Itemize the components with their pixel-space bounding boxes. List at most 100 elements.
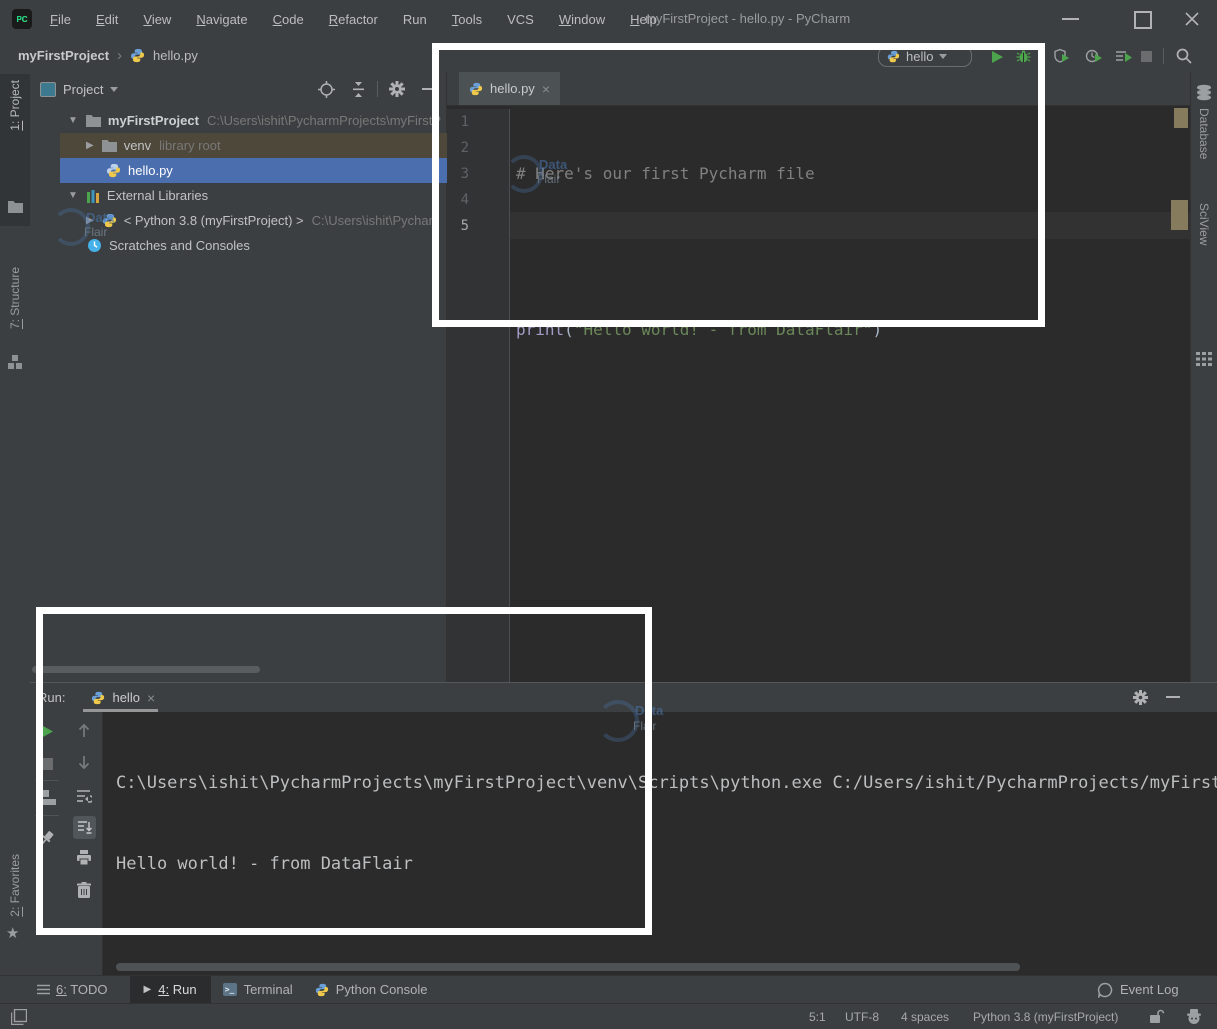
toolbar-tab-terminal[interactable]: >_ Terminal: [223, 976, 293, 1004]
locate-file-button[interactable]: [318, 81, 335, 98]
terminal-icon: >_: [223, 983, 237, 996]
menu-refactor[interactable]: Refactor: [327, 8, 380, 31]
run-config-selector[interactable]: hello: [878, 46, 972, 67]
editor-tab-bar: hello.py ×: [447, 72, 1190, 106]
stripe-tab-sciview[interactable]: SciView: [1197, 203, 1211, 245]
toolbar-tab-run[interactable]: ▶ 4: Run: [130, 976, 211, 1004]
editor-tab-title: hello.py: [490, 81, 535, 96]
collapsed-arrow-icon[interactable]: ▶: [86, 140, 94, 151]
status-bar: 5:1 UTF-8 4 spaces Python 3.8 (myFirstPr…: [0, 1003, 1217, 1029]
search-everywhere-icon[interactable]: [1175, 47, 1193, 65]
stripe-tab-database[interactable]: Database: [1197, 108, 1211, 159]
restore-layout-button[interactable]: [39, 790, 56, 805]
run-button[interactable]: [989, 49, 1005, 65]
close-button[interactable]: [1184, 11, 1200, 27]
tree-row-venv[interactable]: ▶ venv library root: [60, 133, 477, 158]
menu-edit[interactable]: Edit: [94, 8, 120, 31]
console-hscrollbar[interactable]: [116, 963, 1020, 971]
readonly-unlock-icon[interactable]: [1149, 1009, 1165, 1024]
menu-navigate[interactable]: Navigate: [194, 8, 249, 31]
expanded-arrow-icon[interactable]: ▼: [68, 115, 78, 126]
interpreter-selector[interactable]: Python 3.8 (myFirstProject): [973, 1010, 1118, 1024]
left-tool-stripe: 1: Project 7: Structure 2: Favorites ★: [0, 72, 31, 975]
code-area[interactable]: # Here's our first Pycharm file print("H…: [516, 109, 1176, 395]
title-bar: PC File Edit View Navigate Code Refactor…: [0, 0, 1217, 38]
up-stacktrace-button[interactable]: [76, 722, 92, 739]
toolbar-separator: [1163, 48, 1164, 64]
menu-code[interactable]: Code: [271, 8, 306, 31]
project-panel: Project ▼ myFirstProject C:\Users\ishit\…: [30, 72, 447, 682]
stripe-tab-favorites[interactable]: 2: Favorites: [8, 854, 22, 917]
scroll-to-end-button[interactable]: [73, 816, 96, 839]
rerun-button[interactable]: [40, 724, 55, 739]
pin-tab-button[interactable]: [39, 830, 55, 846]
chevron-down-icon[interactable]: [110, 87, 118, 92]
code-line-1: # Here's our first Pycharm file: [516, 161, 1176, 187]
collapse-all-button[interactable]: [350, 81, 367, 98]
run-panel-header: Run: hello ×: [30, 683, 1217, 712]
console-line-2: Hello world! - from DataFlair: [116, 851, 1217, 878]
hide-panel-button[interactable]: [422, 88, 435, 90]
minimize-button[interactable]: [1062, 18, 1079, 20]
settings-gear-icon[interactable]: [1133, 690, 1148, 705]
menu-bar: File Edit View Navigate Code Refactor Ru…: [48, 8, 659, 31]
menu-view[interactable]: View: [141, 8, 173, 31]
tool-windows-toggle-icon[interactable]: [11, 1009, 27, 1025]
stripe-tab-project[interactable]: 1: Project: [8, 80, 22, 131]
tree-root-label: myFirstProject: [108, 113, 199, 128]
stop-button[interactable]: [41, 758, 53, 770]
indent-style[interactable]: 4 spaces: [901, 1010, 949, 1024]
tree-scratches-label: Scratches and Consoles: [109, 238, 250, 253]
hector-inspector-icon[interactable]: [1186, 1008, 1202, 1025]
event-log-button[interactable]: Event Log: [1097, 976, 1179, 1004]
down-stacktrace-button[interactable]: [76, 754, 92, 771]
menu-run[interactable]: Run: [401, 8, 429, 31]
scroll-to-end-icon: [77, 820, 92, 835]
folder-icon: [8, 200, 23, 213]
todo-list-icon: [37, 984, 50, 995]
collapsed-arrow-icon[interactable]: ▶: [86, 215, 94, 226]
star-icon: ★: [6, 924, 19, 942]
close-tab-icon[interactable]: ×: [147, 690, 155, 706]
file-encoding[interactable]: UTF-8: [845, 1010, 879, 1024]
editor-tab-hello-py[interactable]: hello.py ×: [459, 72, 560, 105]
console-toolbar: [66, 712, 103, 976]
toolbar-tab-python-console[interactable]: Python Console: [315, 976, 428, 1004]
settings-gear-icon[interactable]: [389, 81, 405, 97]
breadcrumb-project[interactable]: myFirstProject: [18, 48, 109, 63]
menu-vcs[interactable]: VCS: [505, 8, 536, 31]
stop-button[interactable]: [1141, 51, 1152, 62]
tree-row-external-libraries[interactable]: ▼ External Libraries: [60, 183, 477, 208]
maximize-button[interactable]: [1134, 11, 1152, 29]
debug-button[interactable]: [1015, 48, 1032, 65]
stripe-tab-structure[interactable]: 7: Structure: [8, 267, 22, 329]
run-tab-label: 4: Run: [158, 982, 196, 997]
folder-icon: [86, 114, 101, 127]
concurrency-diagram-button[interactable]: [1115, 48, 1133, 66]
caret-position[interactable]: 5:1: [809, 1010, 826, 1024]
tree-root-path: C:\Users\ishit\PycharmProjects\myFirstP: [207, 113, 441, 128]
clear-console-button[interactable]: [77, 882, 91, 898]
menu-file[interactable]: File: [48, 8, 73, 31]
tree-row-root[interactable]: ▼ myFirstProject C:\Users\ishit\PycharmP…: [60, 108, 477, 133]
close-tab-icon[interactable]: ×: [542, 81, 550, 97]
breadcrumb-file[interactable]: hello.py: [153, 48, 198, 63]
chevron-down-icon: [939, 54, 947, 59]
line-number-current: 5: [453, 213, 469, 239]
python-console-tab-label: Python Console: [336, 982, 428, 997]
project-view-label[interactable]: Project: [63, 82, 103, 97]
profiler-button[interactable]: [1085, 48, 1103, 66]
print-console-button[interactable]: [76, 850, 92, 865]
hide-panel-button[interactable]: [1166, 696, 1180, 698]
tree-row-hello-py[interactable]: hello.py: [60, 158, 477, 183]
menu-tools[interactable]: Tools: [450, 8, 484, 31]
run-tab-hello[interactable]: hello ×: [87, 683, 159, 712]
tree-row-interpreter[interactable]: ▶ < Python 3.8 (myFirstProject) > C:\Use…: [60, 208, 477, 233]
soft-wrap-button[interactable]: [76, 788, 92, 803]
run-with-coverage-button[interactable]: [1053, 48, 1071, 66]
project-hscrollbar[interactable]: [32, 666, 260, 673]
toolbar-tab-todo[interactable]: 6: TODO: [37, 976, 108, 1004]
tree-row-scratches[interactable]: Scratches and Consoles: [60, 233, 477, 258]
expanded-arrow-icon[interactable]: ▼: [68, 190, 78, 201]
menu-window[interactable]: Window: [557, 8, 607, 31]
